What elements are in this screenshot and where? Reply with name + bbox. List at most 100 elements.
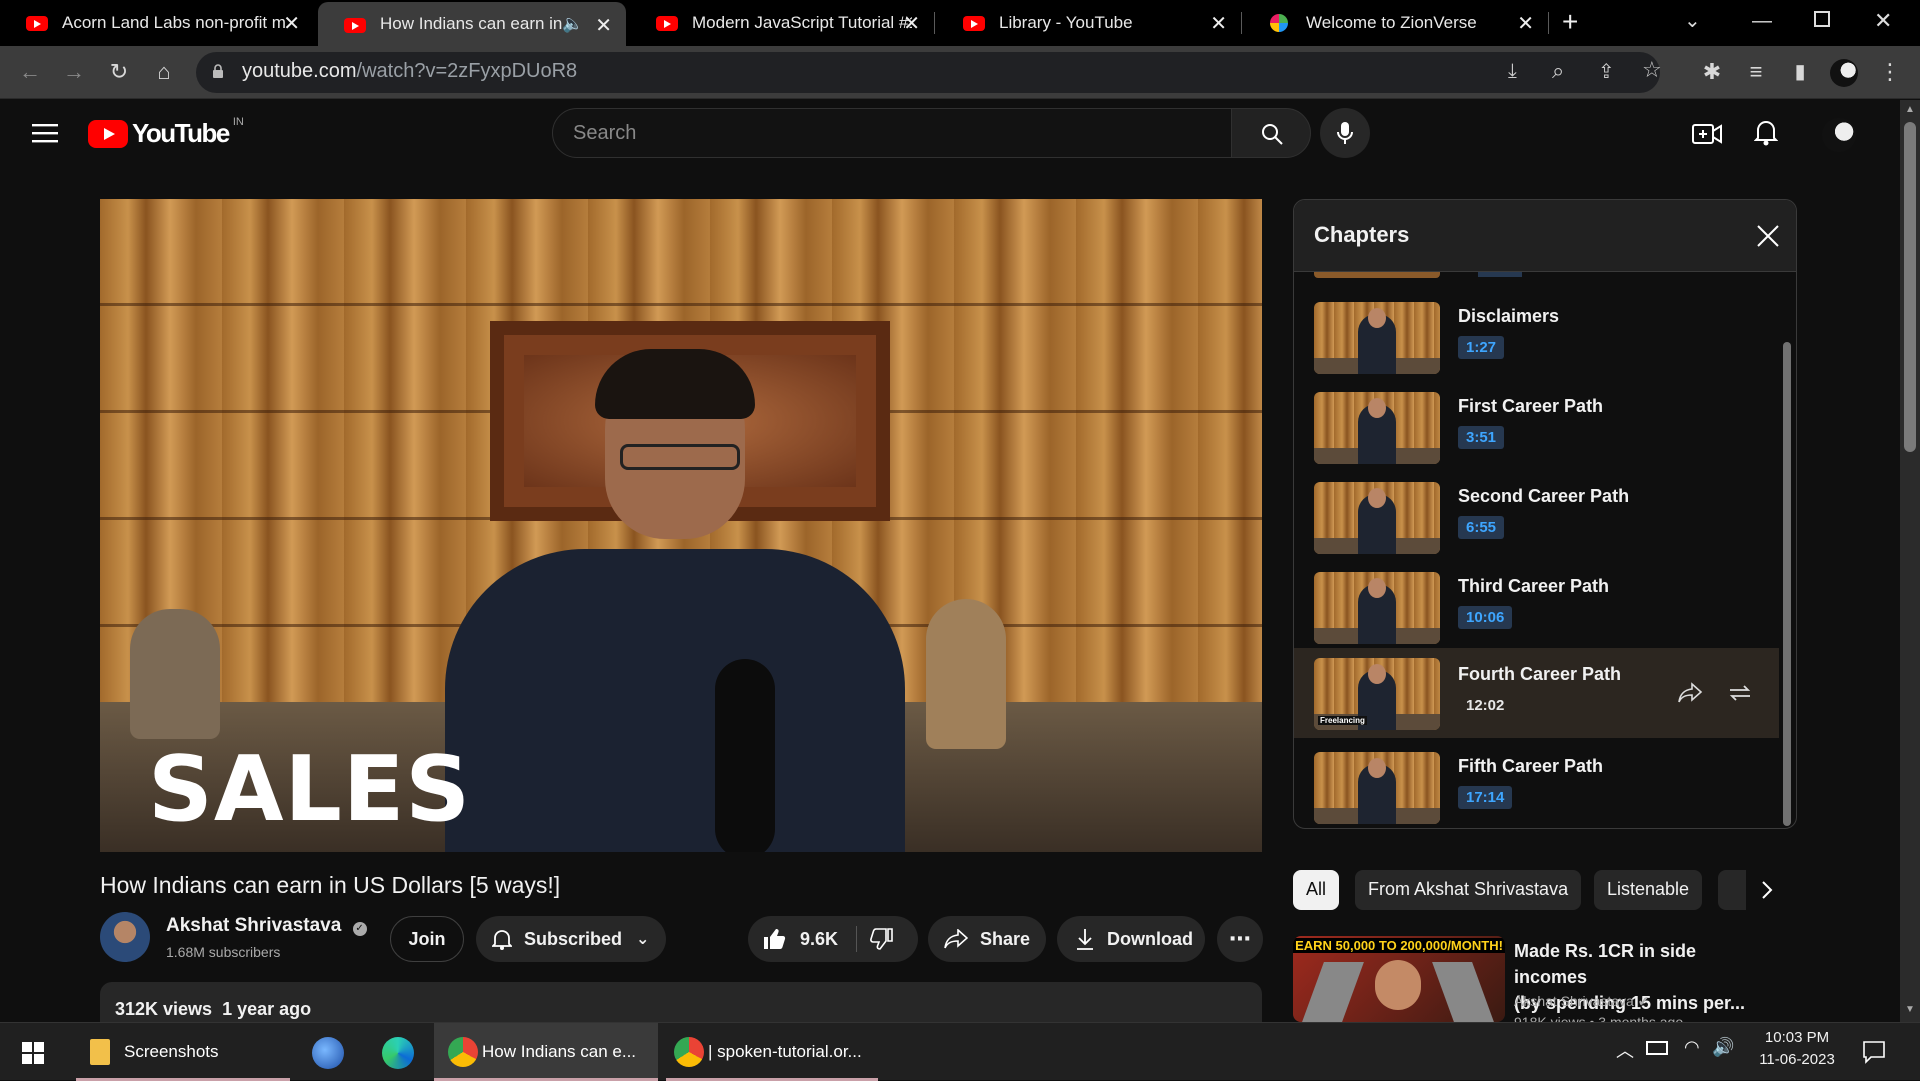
- bookmark-star-icon[interactable]: ☆: [1642, 57, 1662, 83]
- presenter-shirt: [445, 549, 905, 852]
- close-tab-icon[interactable]: ✕: [283, 11, 300, 36]
- install-app-icon[interactable]: ⤓: [1508, 60, 1517, 83]
- notifications-bell-icon[interactable]: [1754, 118, 1778, 146]
- tab-search-chevron-icon[interactable]: ⌄: [1684, 8, 1701, 33]
- new-tab-icon[interactable]: +: [1562, 6, 1578, 38]
- audio-playing-icon[interactable]: 🔈: [562, 14, 583, 34]
- notification-center-icon[interactable]: [1862, 1040, 1886, 1064]
- chapter-item[interactable]: Second Career Path 6:55: [1294, 472, 1779, 562]
- close-tab-icon[interactable]: ✕: [595, 13, 612, 38]
- download-button[interactable]: Download: [1057, 916, 1205, 962]
- chapter-timestamp[interactable]: 12:02: [1458, 694, 1512, 717]
- thumbnail-caption: Freelancing: [1318, 716, 1367, 725]
- youtube-play-logo-icon: [88, 119, 128, 148]
- chip-partial[interactable]: [1718, 870, 1746, 910]
- channel-name-text: Akshat Shrivastava: [166, 915, 342, 936]
- video-player[interactable]: SALES: [100, 199, 1262, 852]
- home-icon[interactable]: ⌂: [150, 58, 178, 86]
- loop-chapter-icon[interactable]: [1726, 682, 1754, 704]
- tab-separator: [1241, 12, 1242, 34]
- chapter-timestamp[interactable]: 10:06: [1458, 606, 1513, 629]
- close-icon[interactable]: [1756, 224, 1780, 248]
- video-overlay-text: SALES: [148, 737, 472, 842]
- chapter-title: Fourth Career Path: [1458, 664, 1622, 684]
- chapter-item-active[interactable]: Freelancing Fourth Career Path 12:02: [1294, 648, 1779, 738]
- extensions-puzzle-icon[interactable]: ✱: [1698, 58, 1726, 86]
- chip-all[interactable]: All: [1293, 870, 1340, 910]
- close-tab-icon[interactable]: ✕: [903, 11, 920, 36]
- voice-search-button[interactable]: [1320, 108, 1370, 158]
- taskbar-screenshots-folder[interactable]: Screenshots: [76, 1023, 290, 1081]
- address-bar[interactable]: youtube.com/watch?v=2zFyxpDUoR8 ⤓ ⌕ ⇪ ☆: [196, 52, 1662, 93]
- minimize-window-icon[interactable]: —: [1752, 10, 1772, 33]
- windows-start-icon[interactable]: [22, 1042, 44, 1064]
- edge-browser-icon[interactable]: [382, 1037, 414, 1069]
- tab-library-youtube[interactable]: Library - YouTube ✕: [937, 0, 1241, 46]
- clock[interactable]: 10:03 PM 11-06-2023: [1752, 1029, 1842, 1068]
- scrollbar-thumb[interactable]: [1904, 122, 1916, 452]
- search-input[interactable]: Search: [552, 108, 1232, 158]
- chapters-scrollbar[interactable]: [1783, 342, 1791, 826]
- chevron-right-icon[interactable]: [1760, 880, 1774, 900]
- close-window-icon[interactable]: ✕: [1874, 8, 1892, 34]
- show-hidden-icons-chevron-icon[interactable]: ︿: [1616, 1037, 1634, 1063]
- share-page-icon[interactable]: ⇪: [1598, 59, 1615, 84]
- recommended-title-line: Made Rs. 1CR in side incomes: [1514, 941, 1697, 987]
- tab-acorn-land-labs[interactable]: Acorn Land Labs non-profit m ✕: [0, 0, 314, 46]
- restore-window-icon[interactable]: [1814, 11, 1830, 27]
- media-control-icon[interactable]: ≡: [1742, 58, 1770, 86]
- channel-avatar[interactable]: [100, 912, 150, 962]
- chapter-timestamp[interactable]: 1:27: [1458, 336, 1505, 359]
- chapter-item[interactable]: Disclaimers 1:27: [1294, 292, 1779, 382]
- youtube-logo[interactable]: YouTube IN: [88, 116, 244, 149]
- more-actions-button[interactable]: ⋯: [1217, 916, 1263, 962]
- wifi-icon[interactable]: ◠: [1684, 1037, 1700, 1058]
- subscribed-button[interactable]: Subscribed ⌄: [476, 916, 666, 962]
- profile-avatar[interactable]: [1830, 59, 1858, 87]
- volume-icon[interactable]: 🔊: [1712, 1037, 1734, 1058]
- tab-zionverse[interactable]: Welcome to ZionVerse ✕: [1244, 0, 1548, 46]
- reload-icon[interactable]: ↻: [105, 58, 133, 86]
- taskbar-chrome-spoken-tutorial[interactable]: | spoken-tutorial.or...: [666, 1023, 878, 1081]
- channel-name[interactable]: Akshat Shrivastava ✓: [166, 915, 367, 937]
- chapter-item[interactable]: First Career Path 3:51: [1294, 382, 1779, 472]
- chip-from-channel[interactable]: From Akshat Shrivastava: [1355, 870, 1582, 910]
- close-tab-icon[interactable]: ✕: [1210, 11, 1227, 36]
- scroll-down-arrow-icon[interactable]: ▼: [1905, 1004, 1915, 1015]
- hamburger-menu-icon[interactable]: [32, 123, 58, 143]
- share-button[interactable]: Share: [928, 916, 1046, 962]
- chapter-item[interactable]: Third Career Path 10:06: [1294, 562, 1779, 652]
- presenter-hair: [595, 349, 755, 419]
- create-video-icon[interactable]: [1692, 122, 1722, 146]
- tab-how-indians-can-earn[interactable]: How Indians can earn in U 🔈 ✕: [318, 2, 626, 46]
- thumbnail-graphic: [1432, 962, 1494, 1022]
- search-button[interactable]: [1231, 108, 1311, 158]
- account-avatar[interactable]: [1822, 118, 1856, 152]
- dislike-button[interactable]: [870, 927, 894, 951]
- back-arrow-icon[interactable]: ←: [16, 58, 44, 86]
- page-scrollbar[interactable]: ▲ ▼: [1900, 100, 1920, 1022]
- like-button[interactable]: 9.6K: [748, 916, 856, 962]
- chrome-menu-icon[interactable]: ⋮: [1876, 58, 1904, 86]
- chrome-icon: [674, 1037, 704, 1067]
- tab-modern-javascript[interactable]: Modern JavaScript Tutorial #1 ✕: [630, 0, 934, 46]
- battery-icon[interactable]: [1646, 1041, 1668, 1055]
- subscribed-label: Subscribed: [524, 928, 623, 949]
- chapter-timestamp[interactable]: 3:51: [1458, 426, 1505, 449]
- chapter-timestamp[interactable]: 17:14: [1458, 786, 1513, 809]
- forward-arrow-icon[interactable]: →: [60, 58, 88, 86]
- outlook-app-icon[interactable]: [312, 1037, 344, 1069]
- recommended-channel: Akshat Shrivastava ✔: [1514, 993, 1649, 1010]
- share-chapter-icon[interactable]: [1677, 682, 1703, 704]
- chip-fade: [1746, 862, 1806, 918]
- chip-listenable[interactable]: Listenable: [1594, 870, 1703, 910]
- close-tab-icon[interactable]: ✕: [1517, 11, 1534, 36]
- zoom-icon[interactable]: ⌕: [1552, 58, 1564, 84]
- join-button[interactable]: Join: [390, 916, 464, 962]
- chapter-timestamp[interactable]: 6:55: [1458, 516, 1505, 539]
- chapter-item[interactable]: Fifth Career Path 17:14: [1294, 742, 1779, 828]
- side-panel-icon[interactable]: ▮: [1786, 58, 1814, 86]
- recommended-video[interactable]: EARN 50,000 TO 200,000/MONTH! Made Rs. 1…: [1293, 936, 1773, 1022]
- taskbar-chrome-how-indians[interactable]: How Indians can e...: [434, 1023, 658, 1081]
- scroll-up-arrow-icon[interactable]: ▲: [1905, 104, 1915, 115]
